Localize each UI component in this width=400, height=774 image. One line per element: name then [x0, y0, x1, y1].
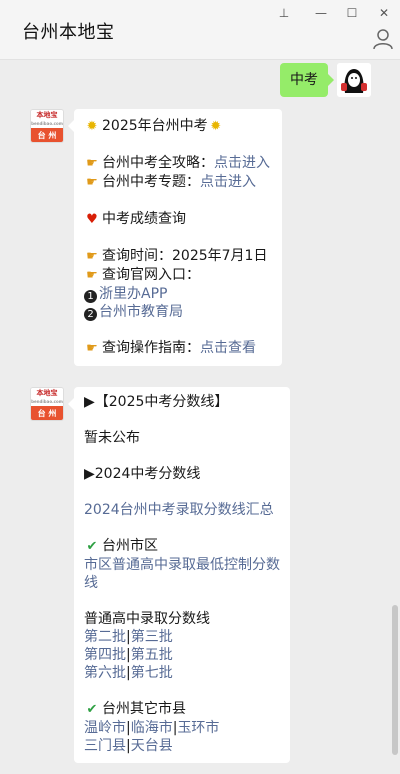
education-bureau-link[interactable]: 台州市教育局	[99, 304, 183, 320]
batch-link[interactable]: 第四批	[84, 647, 126, 663]
minimize-button[interactable]: —	[309, 4, 333, 22]
county-link[interactable]: 临海市	[131, 720, 173, 736]
batch-link[interactable]: 第五批	[131, 647, 173, 663]
pointing-hand-icon: ☛	[86, 156, 98, 171]
pointing-hand-icon: ☛	[86, 249, 98, 264]
zheliban-link[interactable]: 浙里办APP	[99, 286, 167, 302]
official-account-avatar[interactable]: 本地宝 bendibao.com 台 州	[30, 109, 64, 143]
official-account-avatar[interactable]: 本地宝 bendibao.com 台 州	[30, 387, 64, 421]
query-entry-line: ☛ 查询官网入口：	[84, 266, 270, 285]
sun-icon: ✹	[210, 119, 222, 134]
city-district-line: ✔ 台州市区	[84, 537, 278, 556]
county-row-1: 温岭市|临海市|玉环市	[84, 720, 220, 736]
county-row-2: 三门县|天台县	[84, 738, 173, 754]
topic-link[interactable]: 点击进入	[200, 174, 256, 190]
summary-link[interactable]: 2024台州中考录取分数线汇总	[84, 501, 278, 519]
county-link[interactable]: 玉环市	[177, 720, 219, 736]
maximize-button[interactable]: ☐	[340, 4, 364, 22]
avatar-logo: 本地宝 bendibao.com	[31, 388, 63, 406]
general-score-label: 普通高中录取分数线	[84, 611, 210, 627]
headline-line: ✹ 2025年台州中考 ✹	[84, 117, 270, 136]
profile-icon[interactable]	[373, 28, 393, 50]
guide-link[interactable]: 点击进入	[214, 155, 270, 171]
batch-row-2: 第四批|第五批	[84, 647, 173, 663]
entry-1-line: 1 浙里办APP	[84, 285, 270, 303]
batch-link[interactable]: 第三批	[131, 629, 173, 645]
entry-2-line: 2 台州市教育局	[84, 303, 270, 321]
title-bar: 台州本地宝 ⊥ — ☐ ✕	[0, 0, 400, 60]
outgoing-message[interactable]: 中考	[280, 63, 334, 97]
close-button[interactable]: ✕	[372, 4, 396, 22]
topic-line: ☛ 台州中考专题：点击进入	[84, 173, 270, 192]
pointing-hand-icon: ☛	[86, 268, 98, 283]
batch-row-3: 第六批|第七批	[84, 665, 173, 681]
check-icon: ✔	[86, 702, 98, 717]
query-time-line: ☛ 查询时间：2025年7月1日	[84, 247, 270, 266]
guide-line: ☛ 台州中考全攻略：点击进入	[84, 154, 270, 173]
incoming-message-1[interactable]: ✹ 2025年台州中考 ✹ ☛ 台州中考全攻略：点击进入 ☛ 台州中考专题：点击进入 ♥…	[68, 109, 282, 366]
not-published-text: 暂未公布	[84, 430, 140, 446]
county-link[interactable]: 温岭市	[84, 720, 126, 736]
heading-2025: ▶【2025中考分数线】	[84, 394, 229, 410]
incoming-message-2[interactable]: ▶【2025中考分数线】 暂未公布 ▶2024中考分数线 2024台州中考录取分…	[68, 387, 290, 763]
sun-icon: ✹	[86, 119, 98, 134]
avatar-logo: 本地宝 bendibao.com	[31, 110, 63, 128]
county-link[interactable]: 天台县	[131, 738, 173, 754]
pin-icon[interactable]: ⊥	[272, 4, 296, 22]
number-1-icon: 1	[84, 290, 97, 303]
avatar-city: 台 州	[31, 128, 63, 142]
city-score-link[interactable]: 市区普通高中录取最低控制分数	[84, 556, 280, 574]
heart-icon: ♥	[86, 212, 98, 227]
batch-link[interactable]: 第六批	[84, 665, 126, 681]
heading-2024: ▶2024中考分数线	[84, 466, 201, 482]
city-score-link-cont[interactable]: 线	[84, 574, 278, 592]
county-link[interactable]: 三门县	[84, 738, 126, 754]
other-counties-line: ✔ 台州其它市县	[84, 700, 278, 719]
howto-link[interactable]: 点击查看	[200, 340, 256, 356]
pointing-hand-icon: ☛	[86, 175, 98, 190]
scrollbar[interactable]	[392, 605, 398, 755]
score-query-line: ♥ 中考成绩查询	[84, 210, 270, 229]
batch-link[interactable]: 第二批	[84, 629, 126, 645]
mascot-avatar-icon	[337, 63, 371, 97]
my-avatar[interactable]	[337, 63, 371, 97]
pointing-hand-icon: ☛	[86, 341, 98, 356]
avatar-city: 台 州	[31, 406, 63, 420]
batch-link[interactable]: 第七批	[131, 665, 173, 681]
batch-row-1: 第二批|第三批	[84, 629, 173, 645]
number-2-icon: 2	[84, 308, 97, 321]
chat-area[interactable]: 中考 本地宝 bendibao.com 台 州 ✹ 2025年台州中考 ✹ ☛ 台州中考…	[0, 61, 400, 774]
howto-line: ☛ 查询操作指南：点击查看	[84, 339, 270, 358]
chat-title: 台州本地宝	[22, 22, 115, 43]
check-icon: ✔	[86, 539, 98, 554]
